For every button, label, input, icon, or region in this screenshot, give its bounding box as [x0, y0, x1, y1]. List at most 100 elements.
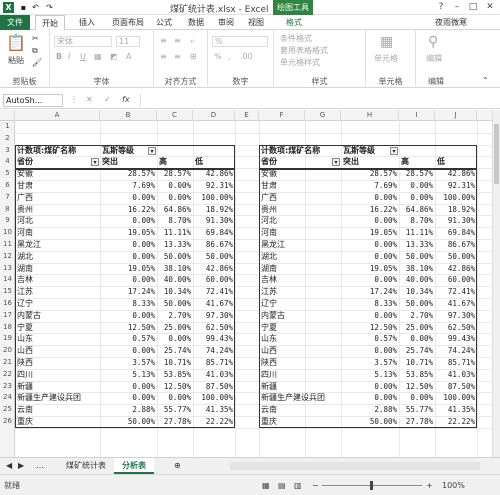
tab-page-layout[interactable]: 页面布局 [106, 15, 150, 30]
paste-button[interactable]: 粘贴 [8, 56, 24, 66]
cut-icon[interactable]: ✂ [32, 34, 39, 44]
redo-icon[interactable]: ↷ [44, 2, 55, 13]
more-sheets-icon[interactable]: … [34, 458, 46, 474]
underline-icon[interactable]: U [80, 52, 86, 62]
vertical-scrollbar[interactable] [492, 110, 500, 457]
tab-format[interactable]: 格式 [280, 15, 308, 30]
align-top-icon[interactable]: ≡ [160, 36, 167, 46]
border-icon[interactable]: ▦ [94, 52, 102, 62]
horizontal-scrollbar[interactable] [230, 462, 480, 470]
zoom-slider-thumb[interactable] [370, 481, 373, 490]
tab-home[interactable]: 开始 [35, 15, 65, 31]
excel-app-icon[interactable]: X [3, 2, 14, 13]
tab-view[interactable]: 视图 [244, 15, 268, 30]
next-sheet-icon[interactable]: ▶ [16, 458, 26, 474]
formula-input[interactable] [140, 94, 490, 107]
row-header[interactable]: 12 [0, 251, 15, 263]
help-button[interactable]: ? [434, 1, 448, 14]
undo-icon[interactable]: ↶ [30, 2, 41, 13]
sheet-tab-coal-stats[interactable]: 煤矿统计表 [58, 458, 114, 474]
row-header[interactable]: 14 [0, 274, 15, 286]
add-sheet-icon[interactable]: ⊕ [166, 458, 189, 474]
row-header[interactable]: 22 [0, 369, 15, 381]
column-header[interactable]: A [15, 110, 100, 121]
row-header[interactable]: 24 [0, 392, 15, 404]
row-header[interactable]: 15 [0, 286, 15, 298]
row-header[interactable]: 26 [0, 416, 15, 428]
user-name[interactable]: 夜雨微寒 [428, 15, 474, 30]
name-box[interactable]: AutoSh... [3, 94, 63, 107]
column-header[interactable]: E [235, 110, 259, 121]
minimize-button[interactable]: – [450, 1, 464, 14]
row-header[interactable]: 8 [0, 204, 15, 216]
function-icon[interactable]: fx [122, 95, 130, 105]
row-header[interactable]: 5 [0, 168, 15, 180]
close-button[interactable]: ✕ [483, 1, 497, 14]
font-color-icon[interactable]: A [126, 52, 131, 62]
tab-review[interactable]: 审阅 [214, 15, 238, 30]
row-header[interactable]: 2 [0, 133, 15, 145]
percent-icon[interactable]: % [214, 52, 222, 62]
align-middle-icon[interactable]: ≡ [174, 36, 181, 46]
prev-sheet-icon[interactable]: ◀ [4, 458, 14, 474]
enter-icon[interactable]: ✓ [104, 95, 111, 105]
column-header[interactable]: D [193, 110, 235, 121]
tab-file[interactable]: 文件 [0, 15, 30, 30]
cells-button[interactable]: 单元格 [374, 54, 398, 64]
merge-icon[interactable]: ⊞ [190, 52, 197, 62]
column-header[interactable]: F [259, 110, 305, 121]
tab-insert[interactable]: 插入 [74, 15, 100, 30]
column-header[interactable]: G [305, 110, 341, 121]
collapse-ribbon-icon[interactable]: ⌃ [482, 76, 489, 86]
spreadsheet-grid[interactable]: A B C D E F G H I J 1 2 3 4 5 6 7 8 9 10 11 12 13 14 1… [0, 110, 492, 457]
align-left-icon[interactable]: ≡ [160, 52, 167, 62]
zoom-level[interactable]: 100% [442, 481, 465, 491]
row-header[interactable]: 3 [0, 145, 15, 157]
zoom-in-icon[interactable]: + [426, 481, 433, 491]
row-header[interactable]: 7 [0, 192, 15, 204]
decimal-icon[interactable]: .00 [240, 52, 253, 62]
row-header[interactable]: 23 [0, 381, 15, 393]
column-header[interactable]: H [341, 110, 399, 121]
copy-icon[interactable]: ⧉ [32, 46, 38, 56]
row-header[interactable]: 16 [0, 298, 15, 310]
tab-data[interactable]: 数据 [184, 15, 208, 30]
fill-color-icon[interactable]: ◩ [110, 52, 118, 62]
row-header[interactable]: 4 [0, 156, 15, 168]
conditional-format-button[interactable]: 条件格式 [280, 34, 312, 44]
row-header[interactable]: 13 [0, 263, 15, 275]
wrap-text-icon[interactable]: ⤶ [190, 36, 194, 46]
cancel-icon[interactable]: ✕ [86, 95, 93, 105]
bold-icon[interactable]: B [56, 52, 62, 62]
format-painter-icon[interactable]: 🖌 [32, 58, 42, 68]
row-header[interactable]: 18 [0, 322, 15, 334]
row-header[interactable]: 10 [0, 227, 15, 239]
cell-styles-button[interactable]: 单元格样式 [280, 58, 320, 68]
number-format-box[interactable]: % [212, 36, 268, 47]
vertical-scroll-thumb[interactable] [494, 124, 499, 184]
row-header[interactable]: 21 [0, 357, 15, 369]
column-header[interactable]: C [157, 110, 193, 121]
paste-icon[interactable]: 📋 [6, 34, 26, 52]
comma-icon[interactable]: , [228, 52, 231, 62]
column-header[interactable]: B [100, 110, 157, 121]
restore-button[interactable]: □ [466, 1, 480, 14]
italic-icon[interactable]: I [68, 52, 70, 62]
sheet-tab-analysis[interactable]: 分析表 [114, 458, 154, 474]
align-center-icon[interactable]: ≡ [174, 52, 181, 62]
normal-view-icon[interactable]: ▦ [262, 481, 270, 491]
page-break-icon[interactable]: ▥ [294, 481, 302, 491]
editing-button[interactable]: 编辑 [426, 54, 442, 64]
row-header[interactable]: 19 [0, 333, 15, 345]
table-format-button[interactable]: 套用表格格式 [280, 46, 328, 56]
page-layout-icon[interactable]: ▤ [278, 481, 286, 491]
row-header[interactable]: 6 [0, 180, 15, 192]
row-header[interactable]: 20 [0, 345, 15, 357]
editing-icon[interactable]: ⚲ [428, 34, 438, 50]
save-icon[interactable]: ▪ [18, 2, 29, 13]
row-header[interactable]: 11 [0, 239, 15, 251]
row-header[interactable]: 17 [0, 310, 15, 322]
font-name-box[interactable]: 宋体 [54, 36, 112, 47]
cells-icon[interactable]: ▦ [380, 34, 393, 50]
column-header[interactable]: I [399, 110, 435, 121]
